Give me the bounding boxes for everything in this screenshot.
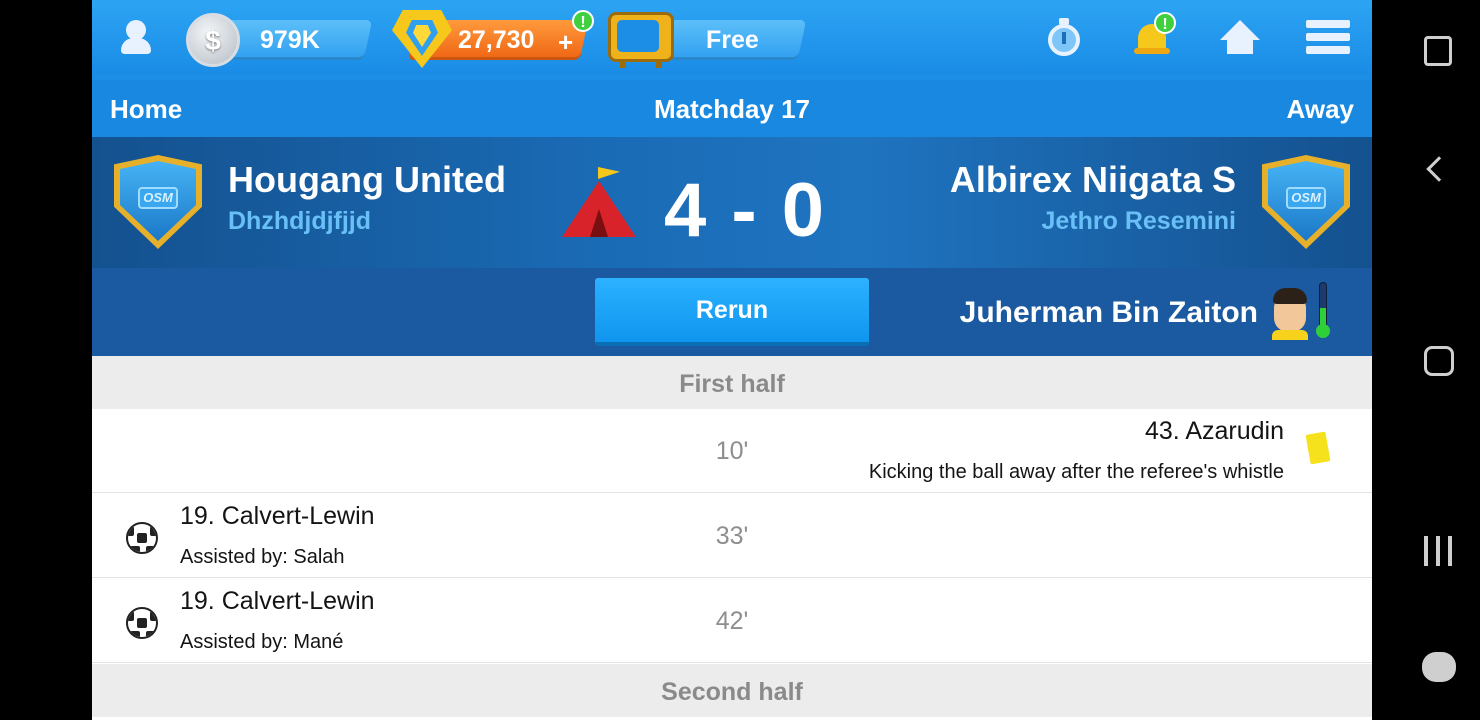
event-detail: Assisted by: Salah — [180, 546, 345, 568]
event-minute: 33' — [715, 522, 749, 550]
gems-alert-badge: ! — [572, 10, 594, 32]
matchday-label: Matchday 17 — [653, 94, 811, 124]
rerun-band: Rerun Juherman Bin Zaiton — [92, 268, 1372, 356]
event-minute: 42' — [715, 607, 749, 635]
away-team-name[interactable]: Albirex Niigata S — [950, 159, 1236, 201]
thermometer-icon — [1316, 282, 1330, 342]
player-avatar[interactable] — [1270, 286, 1310, 340]
event-player[interactable]: 19. Calvert-Lewin — [180, 502, 375, 531]
first-half-header: First half — [92, 356, 1372, 409]
event-row: 33' 19. Calvert-Lewin Assisted by: Salah — [92, 494, 1372, 578]
coin-icon: $ — [186, 13, 240, 67]
man-of-the-match-name[interactable]: Juherman Bin Zaiton — [960, 296, 1258, 330]
rerun-button[interactable]: Rerun — [595, 278, 869, 346]
home-team-badge[interactable]: OSM — [114, 155, 202, 249]
gems-value: 27,730 — [458, 26, 535, 54]
event-detail: Assisted by: Mané — [180, 631, 344, 653]
home-manager-name: Dhzhdjdjfjjd — [228, 207, 372, 235]
profile-icon[interactable] — [118, 20, 154, 56]
add-gems-button[interactable]: + — [558, 27, 573, 58]
menu-icon[interactable] — [1306, 18, 1350, 58]
tent-icon — [562, 167, 636, 237]
game-controller-icon[interactable] — [1422, 652, 1456, 682]
away-team-badge[interactable]: OSM — [1262, 155, 1350, 249]
event-row: 10' 43. Azarudin Kicking the ball away a… — [92, 409, 1372, 493]
away-label: Away — [1286, 94, 1354, 124]
match-subheader: Home Matchday 17 Away — [92, 80, 1372, 137]
event-minute: 10' — [715, 437, 749, 465]
tv-icon — [608, 12, 674, 68]
home-icon[interactable] — [1220, 18, 1260, 58]
back-icon[interactable] — [1426, 156, 1452, 182]
free-tv-label: Free — [706, 26, 759, 54]
score-band: OSM Hougang United Dhzhdjdjfjjd 4 - 0 Al… — [92, 137, 1372, 268]
event-detail: Kicking the ball away after the referee'… — [868, 461, 1284, 483]
away-manager-name: Jethro Resemini — [1041, 207, 1236, 235]
event-row: 42' 19. Calvert-Lewin Assisted by: Mané — [92, 579, 1372, 663]
match-score: 4 - 0 — [664, 168, 827, 253]
android-nav-bar — [1372, 0, 1480, 720]
soccer-ball-icon — [126, 607, 158, 639]
event-player[interactable]: 43. Azarudin — [1145, 417, 1284, 446]
stopwatch-icon[interactable] — [1044, 18, 1084, 58]
home-nav-icon[interactable] — [1424, 346, 1454, 376]
match-screen: $ 979K 27,730 + ! Free ! Home Matchday 1… — [92, 0, 1372, 720]
bell-alert-badge: ! — [1154, 12, 1176, 34]
yellow-card-icon — [1305, 431, 1331, 465]
home-team-name[interactable]: Hougang United — [228, 159, 506, 201]
top-bar: $ 979K 27,730 + ! Free ! — [92, 0, 1372, 80]
soccer-ball-icon — [126, 522, 158, 554]
gem-icon — [392, 10, 452, 68]
second-half-header: Second half — [92, 664, 1372, 717]
recent-apps-icon[interactable] — [1424, 536, 1452, 566]
event-player[interactable]: 19. Calvert-Lewin — [180, 587, 375, 616]
screen-lock-icon[interactable] — [1424, 36, 1452, 66]
coins-value: 979K — [260, 26, 320, 54]
